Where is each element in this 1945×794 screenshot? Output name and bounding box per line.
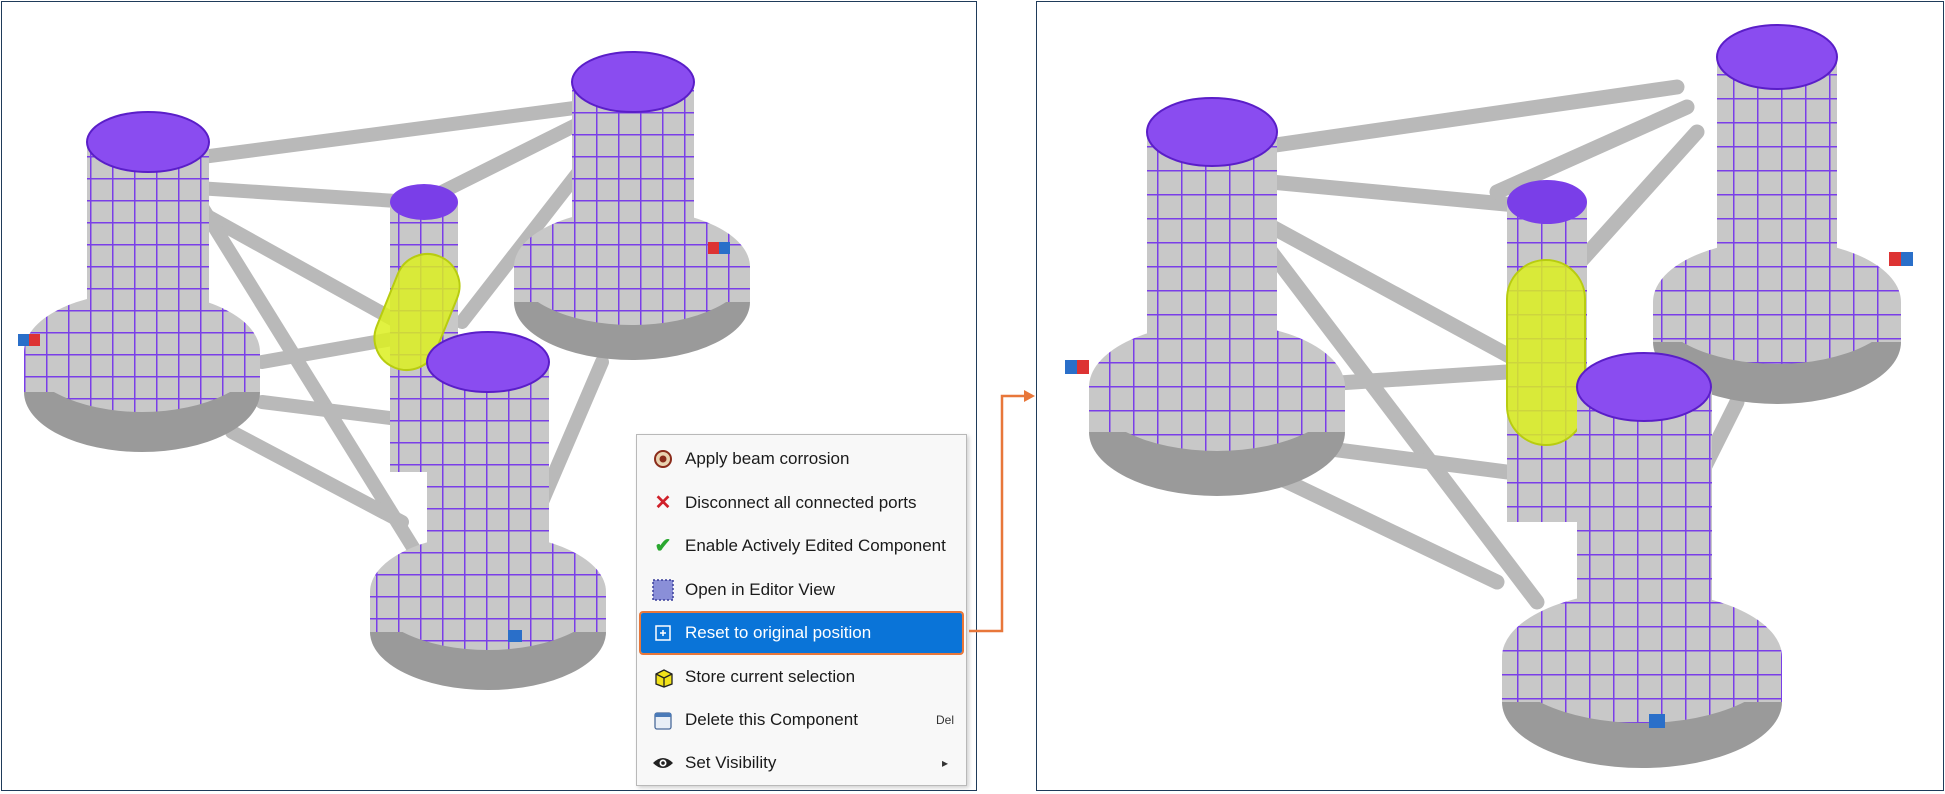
reset-arrow-connector (969, 390, 1035, 633)
arrowhead-icon (1024, 390, 1035, 402)
